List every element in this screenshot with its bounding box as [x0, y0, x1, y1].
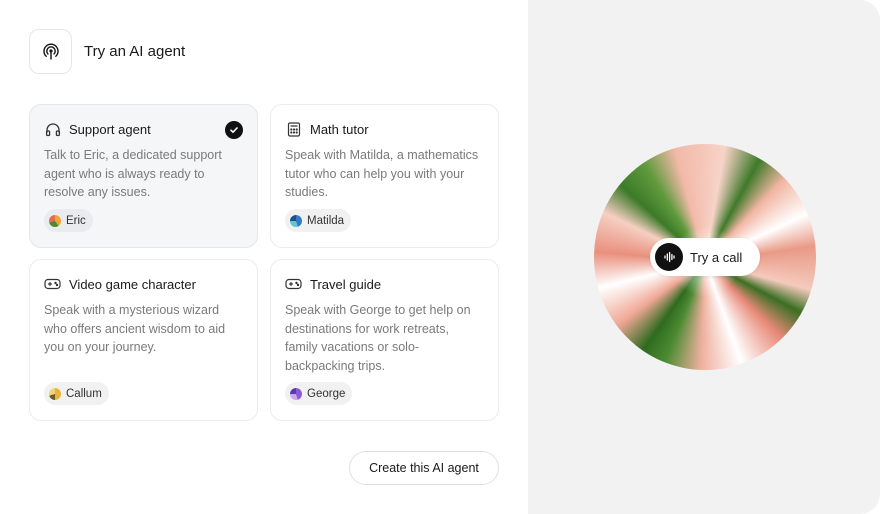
headphones-icon	[44, 121, 61, 137]
card-title: Travel guide	[310, 276, 382, 292]
try-call-label: Try a call	[690, 249, 743, 265]
agent-card-support[interactable]: Support agent Talk to Eric, a dedicated …	[29, 104, 258, 248]
calculator-icon	[285, 121, 302, 137]
selected-check-icon	[225, 121, 243, 139]
card-description: Speak with George to get help on destina…	[285, 303, 471, 373]
page-title: Try an AI agent	[84, 43, 186, 60]
voice-name: Callum	[66, 387, 102, 400]
voice-name: George	[307, 387, 346, 400]
broadcast-icon	[29, 29, 72, 74]
voice-name: Eric	[66, 214, 86, 227]
gamepad-icon	[44, 276, 61, 292]
voice-chip: Matilda	[285, 209, 352, 232]
agent-selection-panel: Try an AI agent Support agent Talk to Er…	[0, 0, 528, 514]
voice-avatar	[290, 387, 302, 400]
agent-card-math-tutor[interactable]: Math tutor Speak with Matilda, a mathema…	[270, 104, 499, 248]
voice-chip: George	[285, 382, 353, 405]
gamepad-icon	[285, 276, 302, 292]
voice-avatar	[290, 214, 302, 227]
voice-avatar	[49, 387, 61, 400]
card-description: Speak with Matilda, a mathematics tutor …	[285, 148, 479, 199]
card-header: Video game character	[44, 276, 243, 292]
card-title: Math tutor	[310, 121, 369, 137]
app-window: Try an AI agent Support agent Talk to Er…	[0, 0, 880, 514]
agent-card-travel-guide[interactable]: Travel guide Speak with George to get he…	[270, 259, 499, 421]
voice-avatar	[49, 214, 61, 227]
card-header: Travel guide	[285, 276, 484, 292]
voice-name: Matilda	[307, 214, 345, 227]
card-description: Speak with a mysterious wizard who offer…	[44, 303, 226, 354]
call-preview-panel: Try a call	[528, 0, 880, 514]
card-title: Video game character	[69, 276, 196, 292]
card-description: Talk to Eric, a dedicated support agent …	[44, 148, 222, 199]
agent-card-video-game-character[interactable]: Video game character Speak with a myster…	[29, 259, 258, 421]
card-title: Support agent	[69, 121, 151, 137]
card-header: Support agent	[44, 121, 243, 137]
panel-header: Try an AI agent	[29, 29, 185, 74]
waveform-icon	[655, 243, 683, 271]
card-header: Math tutor	[285, 121, 484, 137]
voice-chip: Callum	[44, 382, 109, 405]
voice-chip: Eric	[44, 209, 93, 232]
try-call-button[interactable]: Try a call	[650, 238, 760, 276]
create-agent-button[interactable]: Create this AI agent	[349, 451, 499, 485]
